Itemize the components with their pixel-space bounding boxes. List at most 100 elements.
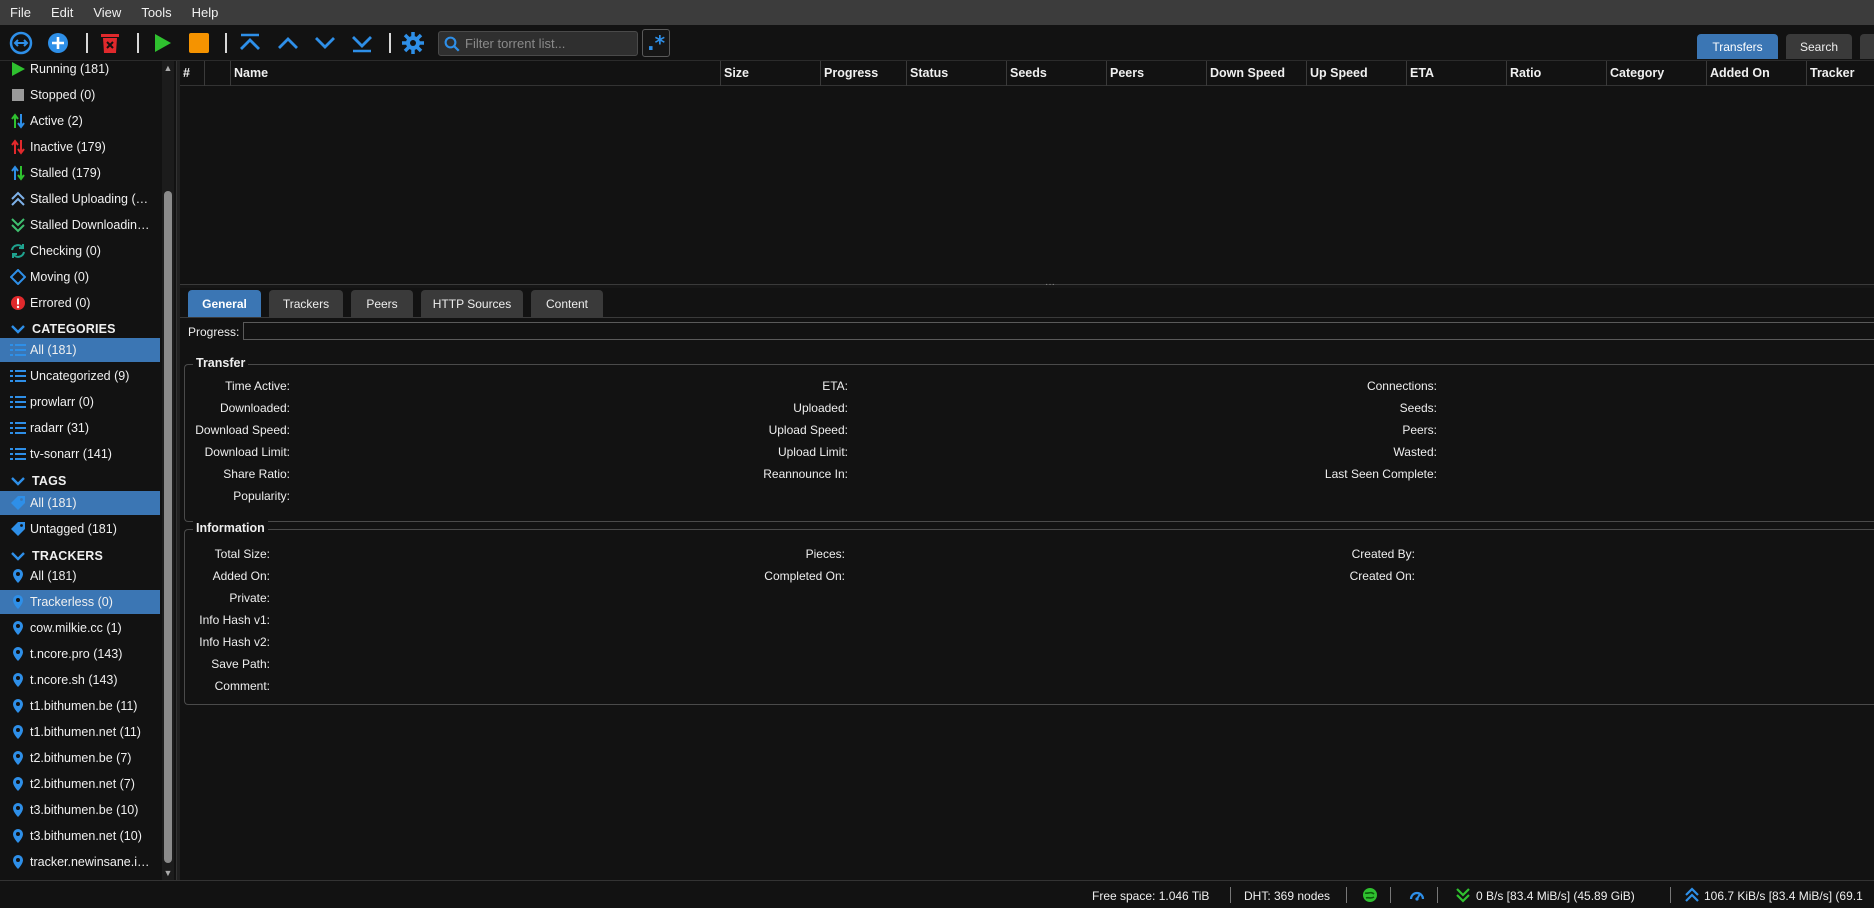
column-header-added-on[interactable]: Added On	[1706, 61, 1806, 86]
column-header-seeds[interactable]: Seeds	[1006, 61, 1106, 86]
status-separator	[1437, 887, 1438, 903]
tab-content[interactable]: Content	[531, 290, 603, 317]
tracker-filter-item[interactable]: t1.bithumen.be (11)	[0, 694, 160, 718]
tab-peers[interactable]: Peers	[351, 290, 413, 317]
menu-tools[interactable]: Tools	[131, 5, 181, 20]
options-button[interactable]	[399, 29, 427, 57]
category-all[interactable]: All (181)	[0, 338, 160, 362]
column-header-number[interactable]: #	[180, 61, 204, 86]
field-label: Comment:	[214, 679, 270, 693]
tracker-filter-item[interactable]: t.ncore.sh (143)	[0, 668, 160, 692]
category-prowlarr[interactable]: prowlarr (0)	[0, 390, 160, 414]
menu-view[interactable]: View	[83, 5, 131, 20]
sidebar-scrollbar[interactable]: ▲ ▼	[162, 61, 174, 880]
tracker-filter-item[interactable]: t3.bithumen.be (10)	[0, 798, 160, 822]
tracker-filter-item[interactable]: t2.bithumen.be (7)	[0, 746, 160, 770]
tracker-filter-item[interactable]: t3.bithumen.net (10)	[0, 824, 160, 848]
status-separator	[1670, 887, 1671, 903]
status-filter-active[interactable]: Active (2)	[0, 109, 160, 133]
tracker-label: t2.bithumen.net (7)	[30, 777, 135, 791]
column-header-progress[interactable]: Progress	[820, 61, 906, 86]
scroll-down-arrow-icon[interactable]: ▼	[163, 868, 173, 878]
move-bottom-button[interactable]	[348, 29, 376, 57]
status-filter-stalled-uploading[interactable]: Stalled Uploading (1…	[0, 187, 160, 211]
move-top-button[interactable]	[236, 29, 264, 57]
column-header-peers[interactable]: Peers	[1106, 61, 1206, 86]
column-header-tracker[interactable]: Tracker	[1806, 61, 1874, 86]
column-header-name[interactable]: Name	[230, 61, 720, 86]
stop-button[interactable]	[185, 29, 213, 57]
move-down-button[interactable]	[311, 29, 339, 57]
delete-button[interactable]	[96, 29, 124, 57]
move-up-button[interactable]	[274, 29, 302, 57]
torrent-table: # Name Size Progress Status Seeds Peers …	[180, 61, 1874, 284]
tab-http-sources[interactable]: HTTP Sources	[421, 290, 523, 317]
moving-icon	[10, 269, 26, 285]
category-tv-sonarr[interactable]: tv-sonarr (141)	[0, 442, 160, 466]
status-filter-checking[interactable]: Checking (0)	[0, 239, 160, 263]
location-pin-icon	[10, 698, 26, 714]
upload-speed-text: 106.7 KiB/s [83.4 MiB/s] (69.1	[1704, 889, 1863, 903]
category-uncategorized[interactable]: Uncategorized (9)	[0, 364, 160, 388]
tag-untagged[interactable]: Untagged (181)	[0, 517, 160, 541]
field-label: Created By:	[1351, 547, 1415, 561]
scroll-up-arrow-icon[interactable]: ▲	[163, 63, 173, 73]
tracker-filter-item[interactable]: tracker.newinsane.in…	[0, 850, 160, 874]
add-torrent-link-button[interactable]	[7, 29, 35, 57]
tag-all[interactable]: All (181)	[0, 491, 160, 515]
status-filter-stopped[interactable]: Stopped (0)	[0, 83, 160, 107]
field-label: Info Hash v2:	[199, 635, 270, 649]
tab-search[interactable]: Search	[1786, 34, 1852, 59]
column-header-category[interactable]: Category	[1606, 61, 1706, 86]
column-header-up-speed[interactable]: Up Speed	[1306, 61, 1406, 86]
tracker-filter-item[interactable]: t1.bithumen.net (11)	[0, 720, 160, 744]
field-label: Created On:	[1349, 569, 1415, 583]
tracker-filter-item[interactable]: t2.bithumen.net (7)	[0, 772, 160, 796]
menu-file[interactable]: File	[0, 5, 41, 20]
start-button[interactable]	[148, 29, 176, 57]
field-label: Pieces:	[805, 547, 845, 561]
menu-help[interactable]: Help	[182, 5, 229, 20]
tag-icon	[10, 495, 26, 511]
tracker-filter-item[interactable]: All (181)	[0, 564, 160, 588]
status-filter-stalled[interactable]: Stalled (179)	[0, 161, 160, 185]
column-header-state[interactable]	[204, 61, 224, 86]
tracker-filter-item[interactable]: t.ncore.pro (143)	[0, 642, 160, 666]
column-header-eta[interactable]: ETA	[1406, 61, 1506, 86]
regex-toggle-button[interactable]: .*	[642, 29, 670, 57]
tracker-filter-item[interactable]: cow.milkie.cc (1)	[0, 616, 160, 640]
status-filter-label: Active (2)	[30, 114, 83, 128]
menu-edit[interactable]: Edit	[41, 5, 83, 20]
status-filter-running[interactable]: Running (181)	[0, 61, 160, 81]
category-radarr[interactable]: radarr (31)	[0, 416, 160, 440]
status-filter-label: Inactive (179)	[30, 140, 106, 154]
status-filter-label: Stalled Uploading (1…	[30, 192, 155, 206]
tags-header[interactable]: TAGS	[0, 470, 160, 492]
connection-status-icon[interactable]	[1362, 887, 1378, 903]
scrollbar-thumb[interactable]	[164, 191, 172, 863]
status-filter-errored[interactable]: Errored (0)	[0, 291, 160, 315]
tracker-filter-item[interactable]: Trackerless (0)	[0, 590, 160, 614]
add-torrent-file-button[interactable]	[44, 29, 72, 57]
column-header-size[interactable]: Size	[720, 61, 820, 86]
tab-general[interactable]: General	[188, 290, 261, 317]
filter-input[interactable]	[465, 36, 633, 51]
location-pin-icon	[10, 568, 26, 584]
location-pin-icon	[10, 646, 26, 662]
progress-bar	[243, 322, 1874, 340]
tab-overflow[interactable]	[1860, 34, 1874, 59]
column-header-status[interactable]: Status	[906, 61, 1006, 86]
column-header-down-speed[interactable]: Down Speed	[1206, 61, 1306, 86]
status-filter-stalled-downloading[interactable]: Stalled Downloading…	[0, 213, 160, 237]
categories-header[interactable]: CATEGORIES	[0, 318, 160, 340]
column-header-ratio[interactable]: Ratio	[1506, 61, 1606, 86]
information-group: Information Total Size: Added On: Private:…	[184, 521, 1874, 705]
speed-limit-icon[interactable]	[1409, 887, 1425, 903]
location-pin-icon	[10, 802, 26, 818]
tab-transfers[interactable]: Transfers	[1697, 34, 1778, 59]
tab-trackers[interactable]: Trackers	[269, 290, 343, 317]
location-pin-icon	[10, 672, 26, 688]
tag-label: Untagged (181)	[30, 522, 117, 536]
status-filter-moving[interactable]: Moving (0)	[0, 265, 160, 289]
status-filter-inactive[interactable]: Inactive (179)	[0, 135, 160, 159]
